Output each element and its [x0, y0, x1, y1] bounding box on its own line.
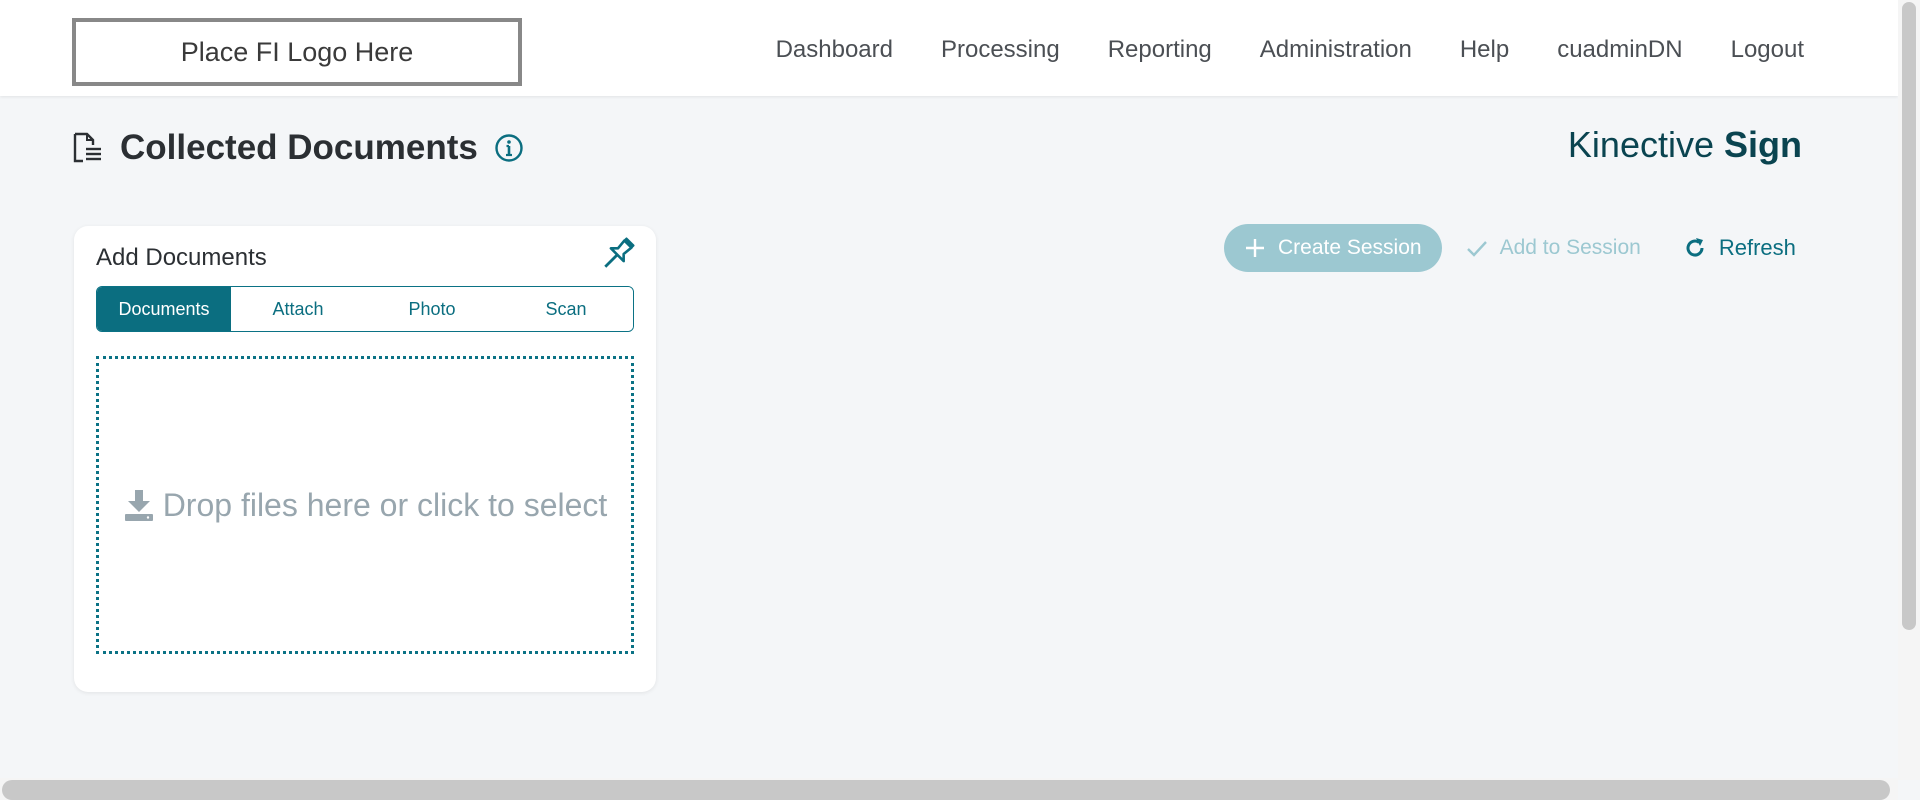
main-nav: Dashboard Processing Reporting Administr… — [776, 0, 1804, 100]
nav-administration[interactable]: Administration — [1260, 36, 1412, 64]
refresh-label: Refresh — [1718, 235, 1796, 260]
horizontal-scroll-thumb[interactable] — [2, 780, 1890, 800]
check-icon — [1466, 241, 1487, 257]
nav-help[interactable]: Help — [1460, 36, 1509, 64]
vertical-scrollbar[interactable] — [1898, 0, 1920, 780]
tab-scan[interactable]: Scan — [499, 287, 633, 331]
document-icon — [73, 132, 101, 163]
vertical-scroll-thumb[interactable] — [1902, 2, 1916, 630]
download-icon — [124, 490, 153, 521]
add-to-session-label: Add to Session — [1499, 236, 1641, 259]
info-icon[interactable] — [494, 133, 524, 163]
horizontal-scrollbar[interactable] — [0, 778, 1898, 800]
nav-processing[interactable]: Processing — [941, 36, 1060, 64]
product-brand: Kinective Sign — [1568, 124, 1802, 166]
logo-text: Place FI Logo Here — [180, 36, 414, 67]
fi-logo-placeholder[interactable]: Place FI Logo Here — [72, 18, 522, 86]
refresh-button[interactable]: Refresh — [1683, 235, 1796, 261]
add-to-session-button[interactable]: Add to Session — [1466, 236, 1641, 260]
page-title: Collected Documents — [120, 128, 478, 167]
nav-dashboard[interactable]: Dashboard — [776, 36, 893, 64]
pin-icon[interactable] — [596, 232, 640, 276]
tab-attach[interactable]: Attach — [231, 287, 365, 331]
plus-icon — [1246, 239, 1264, 257]
session-actions: Create Session Add to Session Refresh — [1224, 224, 1796, 272]
page-header: Collected Documents — [72, 124, 524, 172]
tab-photo[interactable]: Photo — [365, 287, 499, 331]
refresh-icon — [1686, 238, 1704, 257]
brand-product: Sign — [1724, 124, 1802, 165]
file-dropzone[interactable]: Drop files here or click to select — [96, 356, 634, 654]
tab-documents[interactable]: Documents — [97, 287, 231, 331]
brand-name: Kinective — [1567, 124, 1724, 165]
nav-user-account[interactable]: cuadminDN — [1557, 36, 1682, 64]
nav-reporting[interactable]: Reporting — [1108, 36, 1212, 64]
top-navigation-bar: Place FI Logo Here Dashboard Processing … — [0, 0, 1898, 96]
panel-title: Add Documents — [96, 244, 267, 271]
nav-logout[interactable]: Logout — [1731, 36, 1804, 64]
document-source-tabs: Documents Attach Photo Scan — [96, 286, 634, 332]
create-session-label: Create Session — [1278, 236, 1422, 259]
dropzone-text: Drop files here or click to select — [162, 486, 608, 523]
create-session-button[interactable]: Create Session — [1224, 224, 1442, 272]
add-documents-panel: Add Documents Documents Attach Photo Sca… — [74, 226, 656, 692]
